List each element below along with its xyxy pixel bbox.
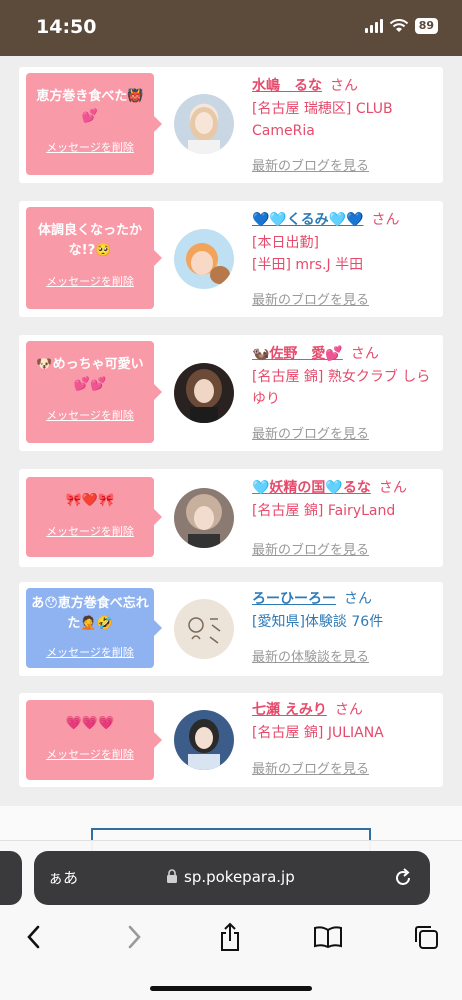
message-text: 🎀❤️🎀 [65, 493, 115, 508]
message-text: 体調良くなったかな!?🥺 [37, 223, 142, 258]
delete-message-link[interactable]: メッセージを削除 [26, 407, 154, 423]
honorific: さん [378, 480, 407, 496]
latest-blog-link[interactable]: 最新のブログを見る [252, 423, 369, 442]
browser-toolbar: ぁあ sp.pokepara.jp [0, 840, 462, 1000]
cast-name[interactable]: 🦦佐野 愛💕 [252, 346, 343, 362]
shop-label: [名古屋 瑞穂区] CLUB CameRia [252, 101, 393, 139]
shop-label: [名古屋 錦] JULIANA [252, 725, 384, 741]
message-card: 🎀❤️🎀 メッセージを削除 🩵妖精の国🩵るな さん [名古屋 錦] FairyLa… [19, 469, 443, 567]
shop-label: [名古屋 錦] FairyLand [252, 503, 396, 519]
cast-name[interactable]: 🩵妖精の国🩵るな [252, 480, 371, 496]
tabs-button[interactable] [408, 919, 444, 955]
previous-tab-stub[interactable] [0, 851, 22, 905]
page-settings-button[interactable]: ぁあ [48, 867, 78, 888]
address-bar[interactable]: ぁあ sp.pokepara.jp [34, 851, 430, 905]
message-card: 💗💗💗 メッセージを削除 七瀬 えみり さん [名古屋 錦] JULIANA 最新… [19, 693, 443, 787]
avatar[interactable] [174, 94, 234, 154]
avatar[interactable] [174, 710, 234, 770]
wifi-icon [389, 19, 408, 32]
status-bar: 14:50 89 [0, 0, 462, 56]
message-bubble: 体調良くなったかな!?🥺 メッセージを削除 [26, 207, 162, 309]
delete-message-link[interactable]: メッセージを削除 [26, 273, 154, 289]
message-card: 🐶めっちゃ可愛い💕💕 メッセージを削除 🦦佐野 愛💕 さん [名古屋 錦] 熟女ク… [19, 335, 443, 451]
message-bubble: あ😯恵方巻食べ忘れた🤦🤣 メッセージを削除 [26, 588, 162, 668]
signal-icon [364, 19, 383, 33]
message-bubble: 🎀❤️🎀 メッセージを削除 [26, 477, 162, 557]
battery-indicator: 89 [414, 18, 438, 34]
latest-blog-link[interactable]: 最新のブログを見る [252, 289, 369, 308]
message-bubble: 🐶めっちゃ可愛い💕💕 メッセージを削除 [26, 341, 162, 443]
avatar[interactable] [174, 599, 234, 659]
shop-label: [愛知県]体験談 76件 [252, 614, 384, 630]
forward-button[interactable] [116, 919, 152, 955]
message-text: あ😯恵方巻食べ忘れた🤦🤣 [31, 596, 149, 631]
tabs-icon [415, 926, 438, 949]
delete-message-link[interactable]: メッセージを削除 [26, 644, 154, 660]
bookmarks-button[interactable] [310, 919, 346, 955]
share-button[interactable] [212, 919, 248, 955]
back-button[interactable] [16, 919, 52, 955]
cast-name[interactable]: 七瀬 えみり [252, 702, 327, 718]
delete-message-link[interactable]: メッセージを削除 [26, 139, 154, 155]
honorific: さん [350, 346, 379, 362]
honorific: さん [334, 702, 363, 718]
cast-name[interactable]: ろーひーろー [252, 591, 336, 607]
shop-label: [本日出勤] [半田] mrs.J 半田 [252, 235, 364, 273]
latest-blog-link[interactable]: 最新のブログを見る [252, 539, 369, 558]
bookmarks-icon [314, 926, 342, 949]
url-text: sp.pokepara.jp [184, 868, 295, 886]
message-text: 💗💗💗 [65, 716, 115, 731]
home-indicator [150, 986, 312, 991]
message-card: あ😯恵方巻食べ忘れた🤦🤣 メッセージを削除 ろーひーろー さん [愛知県]体験談 … [19, 582, 443, 676]
status-time: 14:50 [36, 16, 97, 38]
message-text: 🐶めっちゃ可愛い💕💕 [36, 357, 144, 392]
message-list: 恵方巻き食べた👹💕 メッセージを削除 水嶋 るな さん [名古屋 瑞穂区] CLU… [0, 56, 462, 806]
honorific: さん [344, 591, 372, 607]
forward-icon [128, 925, 141, 949]
avatar[interactable] [174, 363, 234, 423]
message-bubble: 💗💗💗 メッセージを削除 [26, 700, 162, 780]
delete-message-link[interactable]: メッセージを削除 [26, 746, 154, 762]
cast-name[interactable]: 水嶋 るな [252, 78, 322, 94]
avatar[interactable] [174, 229, 234, 289]
shop-label: [名古屋 錦] 熟女クラブ しらゆり [252, 369, 431, 407]
honorific: さん [330, 78, 358, 94]
back-icon [27, 925, 40, 949]
message-text: 恵方巻き食べた👹💕 [36, 89, 144, 124]
delete-message-link[interactable]: メッセージを削除 [26, 523, 154, 539]
avatar[interactable] [174, 488, 234, 548]
message-bubble: 恵方巻き食べた👹💕 メッセージを削除 [26, 73, 162, 175]
latest-review-link[interactable]: 最新の体験談を見る [252, 646, 369, 665]
latest-blog-link[interactable]: 最新のブログを見る [252, 758, 369, 777]
cast-name[interactable]: 💙🩵くるみ🩵💙 [252, 212, 363, 228]
message-card: 恵方巻き食べた👹💕 メッセージを削除 水嶋 るな さん [名古屋 瑞穂区] CLU… [19, 67, 443, 183]
share-icon [221, 922, 239, 951]
honorific: さん [371, 212, 400, 228]
latest-blog-link[interactable]: 最新のブログを見る [252, 155, 369, 174]
message-card: 体調良くなったかな!?🥺 メッセージを削除 💙🩵くるみ🩵💙 さん [本日出勤] [… [19, 201, 443, 317]
reload-icon[interactable] [392, 867, 414, 889]
lock-icon [167, 869, 177, 883]
